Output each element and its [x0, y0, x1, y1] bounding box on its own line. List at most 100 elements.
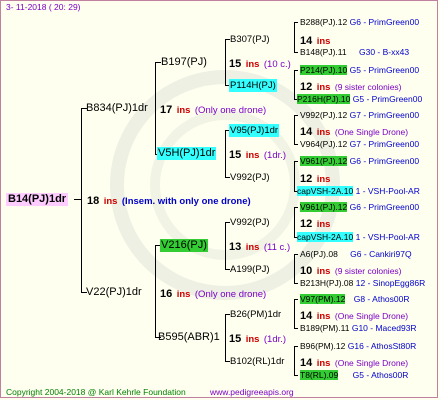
gen4-id[interactable]: V961(PJ).12 — [300, 156, 348, 166]
gen4-row-2: B148(PJ).11 G30 - B-xx43 — [300, 46, 409, 59]
gen4-info: G7 - PrimGreen00 — [349, 110, 420, 120]
gen4-info: 1 - VSH-Pool-AR — [355, 186, 420, 196]
connector — [294, 144, 298, 145]
gen4-row-6: V964(PJ).12 G7 - PrimGreen00 — [300, 138, 419, 151]
gen1-dam-insemination: 16 ins (Only one drone) — [160, 288, 267, 300]
gen4-info: 12 - SinopEgg86R — [355, 278, 426, 288]
gen1-queen-dam[interactable]: V22(PJ)1dr — [86, 286, 142, 299]
gen4-id[interactable]: V992(PJ).12 — [300, 110, 347, 120]
connector — [294, 207, 298, 208]
gen4-row-15: B96(PM).12 G16 - AthosSt80R — [300, 340, 416, 353]
gen1-sire-insemination: 17 ins (Only one drone) — [160, 104, 267, 116]
gen4-id[interactable]: B148(PJ).11 — [300, 47, 347, 57]
gen3-queen-4[interactable]: V992(PJ) — [230, 171, 270, 184]
gen4-id[interactable]: B96(PM).12 — [300, 341, 345, 351]
root-queen-id[interactable]: B14(PJ)1dr — [6, 193, 69, 206]
gen4-info: 1 - VSH-Pool-AR — [355, 232, 420, 242]
gen4-info: G10 - Maced93R — [351, 323, 417, 333]
gen4-row-1: B288(PJ).12 G6 - PrimGreen00 — [300, 16, 419, 29]
gen3-queen-1[interactable]: B307(PJ) — [230, 33, 270, 46]
gen3-queen-6[interactable]: A199(PJ) — [230, 263, 270, 276]
gen3-insemination-7: 14 ins (One Single Drone) — [300, 310, 409, 322]
gen4-row-3: P214(PJ).10 G5 - PrimGreen00 — [300, 64, 419, 77]
gen4-id[interactable]: V964(PJ).12 — [300, 139, 347, 149]
print-date: 3- 11-2018 ( 20: 29) — [6, 2, 81, 12]
gen4-info: G6 - PrimGreen00 — [349, 17, 420, 27]
connector — [294, 299, 298, 300]
gen4-row-12: B213H(PJ).08 12 - SinopEgg86R — [300, 277, 425, 290]
connector — [294, 375, 298, 376]
gen2-queen-1[interactable]: B197(PJ) — [161, 56, 207, 69]
gen4-id[interactable]: capVSH-2A.10 — [297, 186, 354, 196]
gen3-queen-7[interactable]: B26(PM)1dr — [230, 308, 281, 321]
gen4-row-13: V97(PM).12 G8 - Athos00R — [300, 293, 410, 306]
connector — [155, 245, 156, 337]
connector — [294, 346, 295, 375]
gen4-row-14: B189(PM).11 G10 - Maced93R — [300, 322, 417, 335]
connector — [294, 22, 298, 23]
gen2-insemination-4: 15 ins (1dr.) — [229, 333, 287, 345]
connector — [294, 299, 295, 328]
connector — [294, 254, 298, 255]
gen4-id[interactable]: P214(PJ).10 — [300, 65, 348, 75]
gen4-info: G6 - PrimGreen00 — [349, 156, 420, 166]
connector — [155, 62, 156, 154]
gen4-info: G5 - Athos00R — [352, 370, 409, 380]
gen3-insemination-2: 12 ins (9 sister colonies) — [300, 81, 402, 93]
footer-website-link[interactable]: www.pedigreeapis.org — [210, 386, 294, 399]
gen4-row-7: V961(PJ).12 G6 - PrimGreen00 — [300, 155, 419, 168]
gen4-row-16: T8(RL).09 G5 - Athos00R — [300, 369, 408, 382]
gen3-insemination-5: 12 ins — [300, 218, 331, 230]
gen4-id[interactable]: P216H(PJ).10 — [297, 94, 351, 104]
gen4-row-10: capVSH-2A.10 1 - VSH-Pool-AR — [297, 231, 420, 244]
gen4-info: G30 - B-xx43 — [359, 47, 410, 57]
connector — [225, 222, 226, 269]
gen3-queen-5[interactable]: V992(PJ) — [230, 216, 270, 229]
gen2-queen-3[interactable]: V216(PJ) — [160, 239, 208, 252]
gen4-row-9: V961(PJ).12 G6 - PrimGreen00 — [300, 201, 419, 214]
gen4-row-4: P216H(PJ).10 G5 - PrimGreen00 — [297, 93, 422, 106]
gen2-queen-2[interactable]: V5H(PJ)1dr — [157, 147, 217, 160]
gen4-info: G16 - AthosSt80R — [347, 341, 417, 351]
gen4-id[interactable]: B189(PM).11 — [300, 323, 349, 333]
gen4-info: G5 - PrimGreen00 — [352, 94, 423, 104]
gen4-info: G6 - Cankiri97Q — [350, 249, 412, 259]
connector — [294, 346, 298, 347]
gen4-id[interactable]: V961(PJ).12 — [300, 202, 348, 212]
gen4-row-5: V992(PJ).12 G7 - PrimGreen00 — [300, 109, 419, 122]
connector — [294, 70, 295, 99]
gen3-insemination-3: 14 ins (One Single Drone) — [300, 126, 409, 138]
gen3-insemination-4: 12 ins — [300, 173, 331, 185]
gen4-id[interactable]: B288(PJ).12 — [300, 17, 347, 27]
connector — [294, 283, 298, 284]
connector — [294, 254, 295, 283]
gen3-insemination-6: 10 ins (9 sister colonies) — [300, 265, 402, 277]
connector — [294, 52, 298, 53]
connector — [294, 328, 298, 329]
gen2-insemination-3: 13 ins (11 c.) — [229, 241, 291, 253]
gen2-queen-4[interactable]: B595(ABR)1 — [158, 331, 220, 344]
gen4-id[interactable]: A6(PJ).08 — [300, 249, 338, 259]
gen4-id[interactable]: B213H(PJ).08 — [300, 278, 353, 288]
gen4-id[interactable]: V97(PM).12 — [300, 294, 346, 304]
gen3-queen-2[interactable]: P114H(PJ) — [229, 79, 277, 92]
gen4-info: G6 - PrimGreen00 — [349, 202, 420, 212]
gen3-queen-3[interactable]: V95(PJ)1dr — [229, 124, 280, 137]
connector — [294, 22, 295, 52]
footer-copyright: Copyright 2004-2018 @ Karl Kehrle Founda… — [6, 387, 186, 397]
gen4-id[interactable]: T8(RL).09 — [300, 370, 339, 380]
gen1-queen-sire[interactable]: B834(PJ)1dr — [86, 102, 148, 115]
connector — [294, 207, 295, 237]
gen2-insemination-1: 15 ins (10 c.) — [229, 58, 291, 70]
connector — [225, 130, 226, 177]
connector — [294, 115, 295, 144]
root-insemination: 18 ins (Insem. with only one drone) — [87, 195, 251, 207]
connector — [294, 161, 295, 191]
gen4-info: G5 - PrimGreen00 — [349, 65, 420, 75]
gen3-queen-8[interactable]: B102(RL)1dr — [230, 355, 284, 368]
connector — [294, 70, 298, 71]
gen4-row-8: capVSH-2A.10 1 - VSH-Pool-AR — [297, 185, 420, 198]
gen4-id[interactable]: capVSH-2A.10 — [297, 232, 354, 242]
gen3-insemination-8: 14 ins (One Single Drone) — [300, 357, 409, 369]
gen4-row-11: A6(PJ).08 G6 - Cankiri97Q — [300, 248, 412, 261]
